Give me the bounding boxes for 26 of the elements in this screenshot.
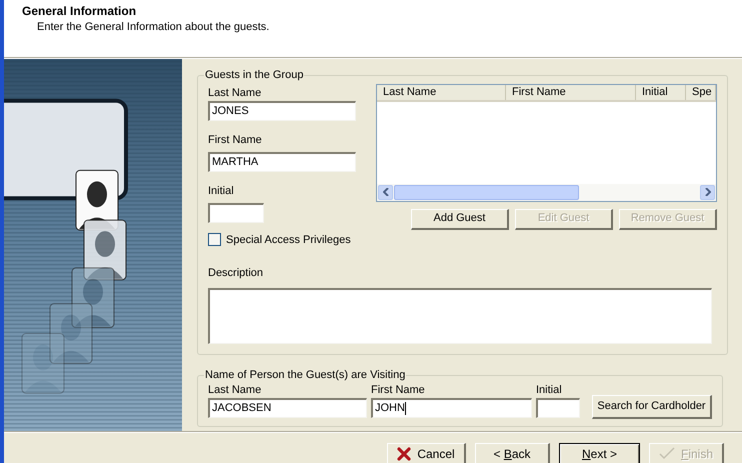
field-label: Last Name: [208, 384, 262, 396]
field-label: Description: [208, 267, 264, 279]
groupbox-title: Guests in the Group: [204, 68, 304, 83]
field-label: Initial: [536, 384, 563, 396]
field-label: Initial: [208, 184, 234, 196]
checkbox-label: Special Access Privileges: [226, 232, 351, 248]
page-title: General Information: [22, 4, 138, 18]
page-subtitle: Enter the General Information about the guests.: [37, 21, 270, 34]
text-field[interactable]: JOHN: [371, 398, 532, 418]
column-header[interactable]: Spe: [686, 84, 716, 100]
field-label: First Name: [371, 384, 426, 396]
column-header[interactable]: First Name: [506, 84, 636, 100]
text-field[interactable]: JONES: [208, 100, 356, 120]
text-field[interactable]: MARTHA: [208, 152, 356, 172]
groupbox-title: Name of Person the Guest(s) are Visiting: [204, 368, 406, 383]
text-field[interactable]: JACOBSEN: [208, 398, 367, 418]
cancel-button[interactable]: Cancel: [387, 443, 466, 463]
guest-list[interactable]: Last Name First Name Initial Spe: [376, 84, 717, 202]
back-button[interactable]: < Back: [475, 443, 550, 463]
column-header[interactable]: Initial: [636, 84, 686, 100]
column-header[interactable]: Last Name: [377, 84, 506, 100]
field-label: Last Name: [208, 86, 262, 100]
field-label: First Name: [208, 134, 262, 146]
search-button[interactable]: Search for Cardholder: [592, 394, 712, 418]
button[interactable]: Add Guest: [411, 208, 509, 230]
next-button[interactable]: Next >: [559, 443, 640, 463]
